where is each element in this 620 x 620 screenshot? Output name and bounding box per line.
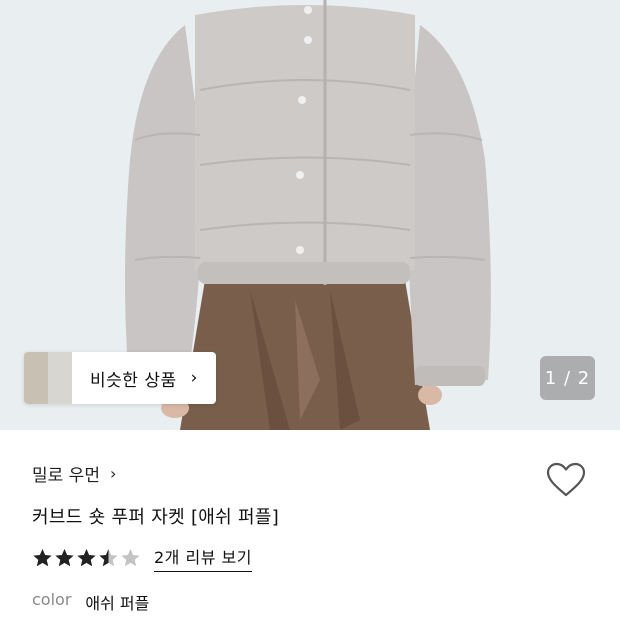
star-filled-icon <box>55 549 74 567</box>
similar-product-thumbnails <box>24 352 72 404</box>
product-image-gallery[interactable]: 비슷한 상품 › 1 / 2 <box>0 0 620 430</box>
star-filled-icon <box>33 549 52 567</box>
brand-name: 밀로 우먼 <box>32 466 100 486</box>
similar-products-label: 비슷한 상품 <box>90 370 177 391</box>
similar-thumbnail <box>48 352 72 404</box>
rating-row: 2개 리뷰 보기 <box>32 544 252 572</box>
star-half-icon <box>99 549 118 567</box>
view-reviews-link[interactable]: 2개 리뷰 보기 <box>154 544 252 572</box>
similar-products-button[interactable]: 비슷한 상품 › <box>24 352 216 404</box>
star-rating <box>32 548 142 568</box>
chevron-right-icon: › <box>109 464 117 483</box>
brand-link[interactable]: 밀로 우먼 › <box>32 461 116 486</box>
star-empty-icon <box>121 549 140 567</box>
color-label: color <box>32 590 72 609</box>
similar-thumbnail <box>24 352 48 404</box>
chevron-right-icon: › <box>190 368 198 388</box>
color-value: 애쉬 퍼플 <box>85 594 150 613</box>
color-row: color 애쉬 퍼플 <box>32 590 149 614</box>
product-title: 커브드 숏 푸퍼 자켓 [애쉬 퍼플] <box>32 507 280 528</box>
star-filled-icon <box>77 549 96 567</box>
image-page-indicator: 1 / 2 <box>540 356 595 400</box>
heart-outline-icon[interactable] <box>546 462 586 498</box>
